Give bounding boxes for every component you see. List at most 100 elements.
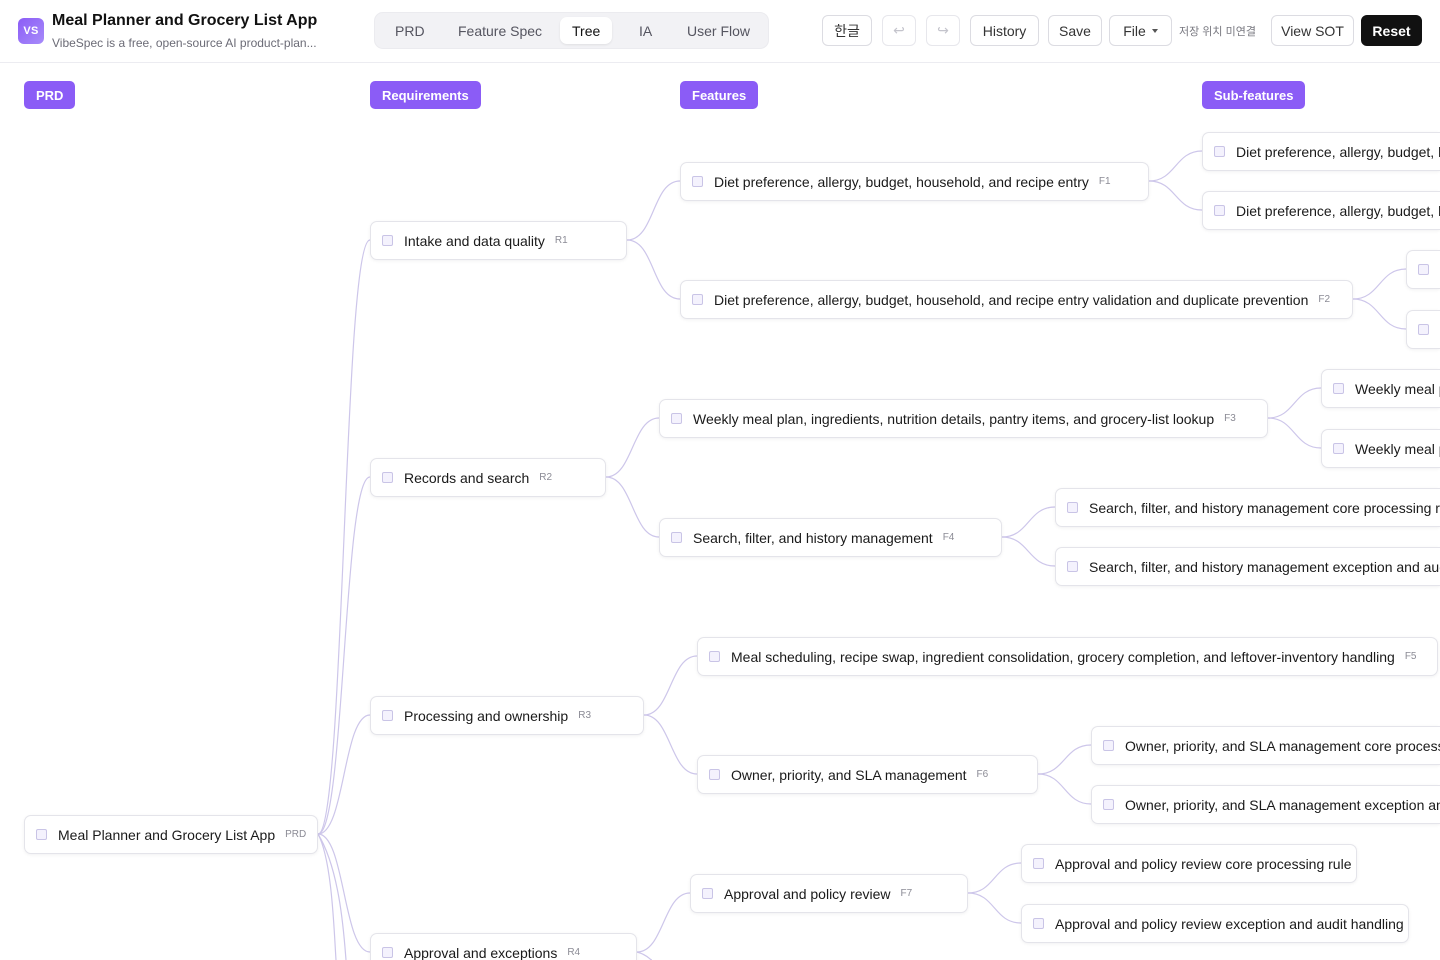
node-label: Weekly meal pl xyxy=(1355,440,1440,457)
tab-tree[interactable]: Tree xyxy=(560,17,613,44)
tree-node-subfeature[interactable]: Weekly meal pl xyxy=(1321,429,1440,468)
tab-prd[interactable]: PRD xyxy=(383,17,437,44)
file-menu-label: File xyxy=(1123,22,1146,39)
tree-node-requirement[interactable]: Records and search R2 xyxy=(370,458,606,497)
edge-r2-f3 xyxy=(605,417,660,478)
node-checkbox[interactable] xyxy=(702,888,713,899)
tree-node-feature[interactable]: Diet preference, allergy, budget, househ… xyxy=(680,162,1149,201)
node-label: Owner, priority, and SLA management exce… xyxy=(1125,796,1440,813)
node-checkbox[interactable] xyxy=(1418,324,1429,335)
undo-icon: ↩ xyxy=(893,22,905,38)
node-label: Meal scheduling, recipe swap, ingredient… xyxy=(731,648,1395,665)
node-checkbox[interactable] xyxy=(1067,502,1078,513)
file-menu-button[interactable]: File xyxy=(1109,15,1172,46)
edge-f2-s3 xyxy=(1352,268,1407,300)
tree-node-subfeature[interactable]: Approval and policy review core processi… xyxy=(1021,844,1357,883)
tree-node-feature[interactable]: Approval and policy review F7 xyxy=(690,874,968,913)
redo-icon: ↪ xyxy=(937,22,949,38)
node-checkbox[interactable] xyxy=(1103,799,1114,810)
tree-node-root[interactable]: Meal Planner and Grocery List App PRD xyxy=(24,815,318,854)
node-code: F5 xyxy=(1404,651,1417,662)
node-checkbox[interactable] xyxy=(709,769,720,780)
tab-feature-spec[interactable]: Feature Spec xyxy=(446,17,554,44)
tab-ia[interactable]: IA xyxy=(627,17,664,44)
node-code: F6 xyxy=(976,769,989,780)
node-checkbox[interactable] xyxy=(1214,146,1225,157)
tree-node-feature[interactable]: Diet preference, allergy, budget, househ… xyxy=(680,280,1353,319)
chevron-down-icon xyxy=(1151,28,1158,33)
node-label: Search, filter, and history management c… xyxy=(1089,499,1440,516)
edge-f6-s10 xyxy=(1037,773,1092,805)
edge-f6-s9 xyxy=(1037,744,1092,775)
tree-node-subfeature[interactable]: Weekly meal pl xyxy=(1321,369,1440,408)
tree-node-subfeature[interactable]: Search, filter, and history management c… xyxy=(1055,488,1440,527)
edge-r1-f1 xyxy=(626,180,681,241)
edge-f1-s1 xyxy=(1148,150,1203,182)
tree-node-subfeature[interactable]: Approval and policy review exception and… xyxy=(1021,904,1409,943)
node-code: R3 xyxy=(578,710,592,721)
node-code: R4 xyxy=(567,947,581,958)
tree-node-feature[interactable]: Owner, priority, and SLA management F6 xyxy=(697,755,1038,794)
save-button[interactable]: Save xyxy=(1048,15,1102,46)
node-checkbox[interactable] xyxy=(1333,383,1344,394)
node-checkbox[interactable] xyxy=(1067,561,1078,572)
tree-node-requirement[interactable]: Intake and data quality R1 xyxy=(370,221,627,260)
node-code: R1 xyxy=(554,235,568,246)
node-checkbox[interactable] xyxy=(1103,740,1114,751)
node-checkbox[interactable] xyxy=(382,710,393,721)
edge-f4-s7 xyxy=(1001,506,1056,538)
node-code: F3 xyxy=(1224,413,1236,424)
edge-r2-f4 xyxy=(605,476,660,538)
edge-f2-s4 xyxy=(1352,298,1407,330)
tree-node-feature[interactable]: Search, filter, and history management F… xyxy=(659,518,1002,557)
tree-node-requirement[interactable]: Approval and exceptions R4 xyxy=(370,933,637,960)
tree-node-subfeature[interactable]: Diet preference, allergy, budget, hou xyxy=(1202,191,1440,230)
node-checkbox[interactable] xyxy=(671,532,682,543)
language-toggle-button[interactable]: 한글 xyxy=(822,15,872,46)
reset-button[interactable]: Reset xyxy=(1361,15,1422,46)
node-label: Search, filter, and history management xyxy=(693,529,933,546)
tree-node-requirement[interactable]: Processing and ownership R3 xyxy=(370,696,644,735)
node-code: F4 xyxy=(942,532,955,543)
undo-button[interactable]: ↩ xyxy=(882,15,916,46)
node-checkbox[interactable] xyxy=(692,176,703,187)
node-checkbox[interactable] xyxy=(382,235,393,246)
edge-f1-s2 xyxy=(1148,180,1203,211)
tree-node-subfeature[interactable]: Diet preference, allergy, budget, hou xyxy=(1202,132,1440,171)
tree-node-subfeature[interactable]: Search, filter, and history management e… xyxy=(1055,547,1440,586)
node-checkbox[interactable] xyxy=(1333,443,1344,454)
node-checkbox[interactable] xyxy=(382,472,393,483)
node-label: Records and search xyxy=(404,469,530,486)
save-location-status: 저장 위치 미연결 xyxy=(1179,26,1256,38)
node-checkbox[interactable] xyxy=(36,829,47,840)
node-checkbox[interactable] xyxy=(1033,918,1044,929)
node-label: Diet preference, allergy, budget, hou xyxy=(1236,202,1440,219)
node-checkbox[interactable] xyxy=(671,413,682,424)
edge-f3-s5 xyxy=(1267,387,1322,419)
node-label: Diet preference, allergy, budget, hou xyxy=(1236,143,1440,160)
history-button[interactable]: History xyxy=(970,15,1039,46)
node-code: F1 xyxy=(1098,176,1111,187)
node-label: Approval and policy review core processi… xyxy=(1055,855,1352,872)
node-checkbox[interactable] xyxy=(1033,858,1044,869)
node-checkbox[interactable] xyxy=(709,651,720,662)
node-label: Approval and policy review xyxy=(724,885,891,902)
node-checkbox[interactable] xyxy=(1418,264,1429,275)
edge-r3-f6 xyxy=(643,714,698,775)
tree-node-subfeature[interactable]: Owner, priority, and SLA management exce… xyxy=(1091,785,1440,824)
edge-r4-f7 xyxy=(636,892,691,953)
tab-user-flow[interactable]: User Flow xyxy=(675,17,762,44)
node-checkbox[interactable] xyxy=(382,947,393,958)
tree-node-subfeature[interactable] xyxy=(1406,250,1440,289)
tree-node-feature[interactable]: Meal scheduling, recipe swap, ingredient… xyxy=(697,637,1438,676)
tree-node-subfeature[interactable] xyxy=(1406,310,1440,349)
node-checkbox[interactable] xyxy=(692,294,703,305)
node-label: Diet preference, allergy, budget, househ… xyxy=(714,291,1309,308)
node-label: Owner, priority, and SLA management xyxy=(731,766,967,783)
node-checkbox[interactable] xyxy=(1214,205,1225,216)
redo-button[interactable]: ↪ xyxy=(926,15,960,46)
tree-node-feature[interactable]: Weekly meal plan, ingredients, nutrition… xyxy=(659,399,1268,438)
node-label: Diet preference, allergy, budget, househ… xyxy=(714,173,1089,190)
tree-node-subfeature[interactable]: Owner, priority, and SLA management core… xyxy=(1091,726,1440,765)
view-sot-button[interactable]: View SOT xyxy=(1271,15,1354,46)
